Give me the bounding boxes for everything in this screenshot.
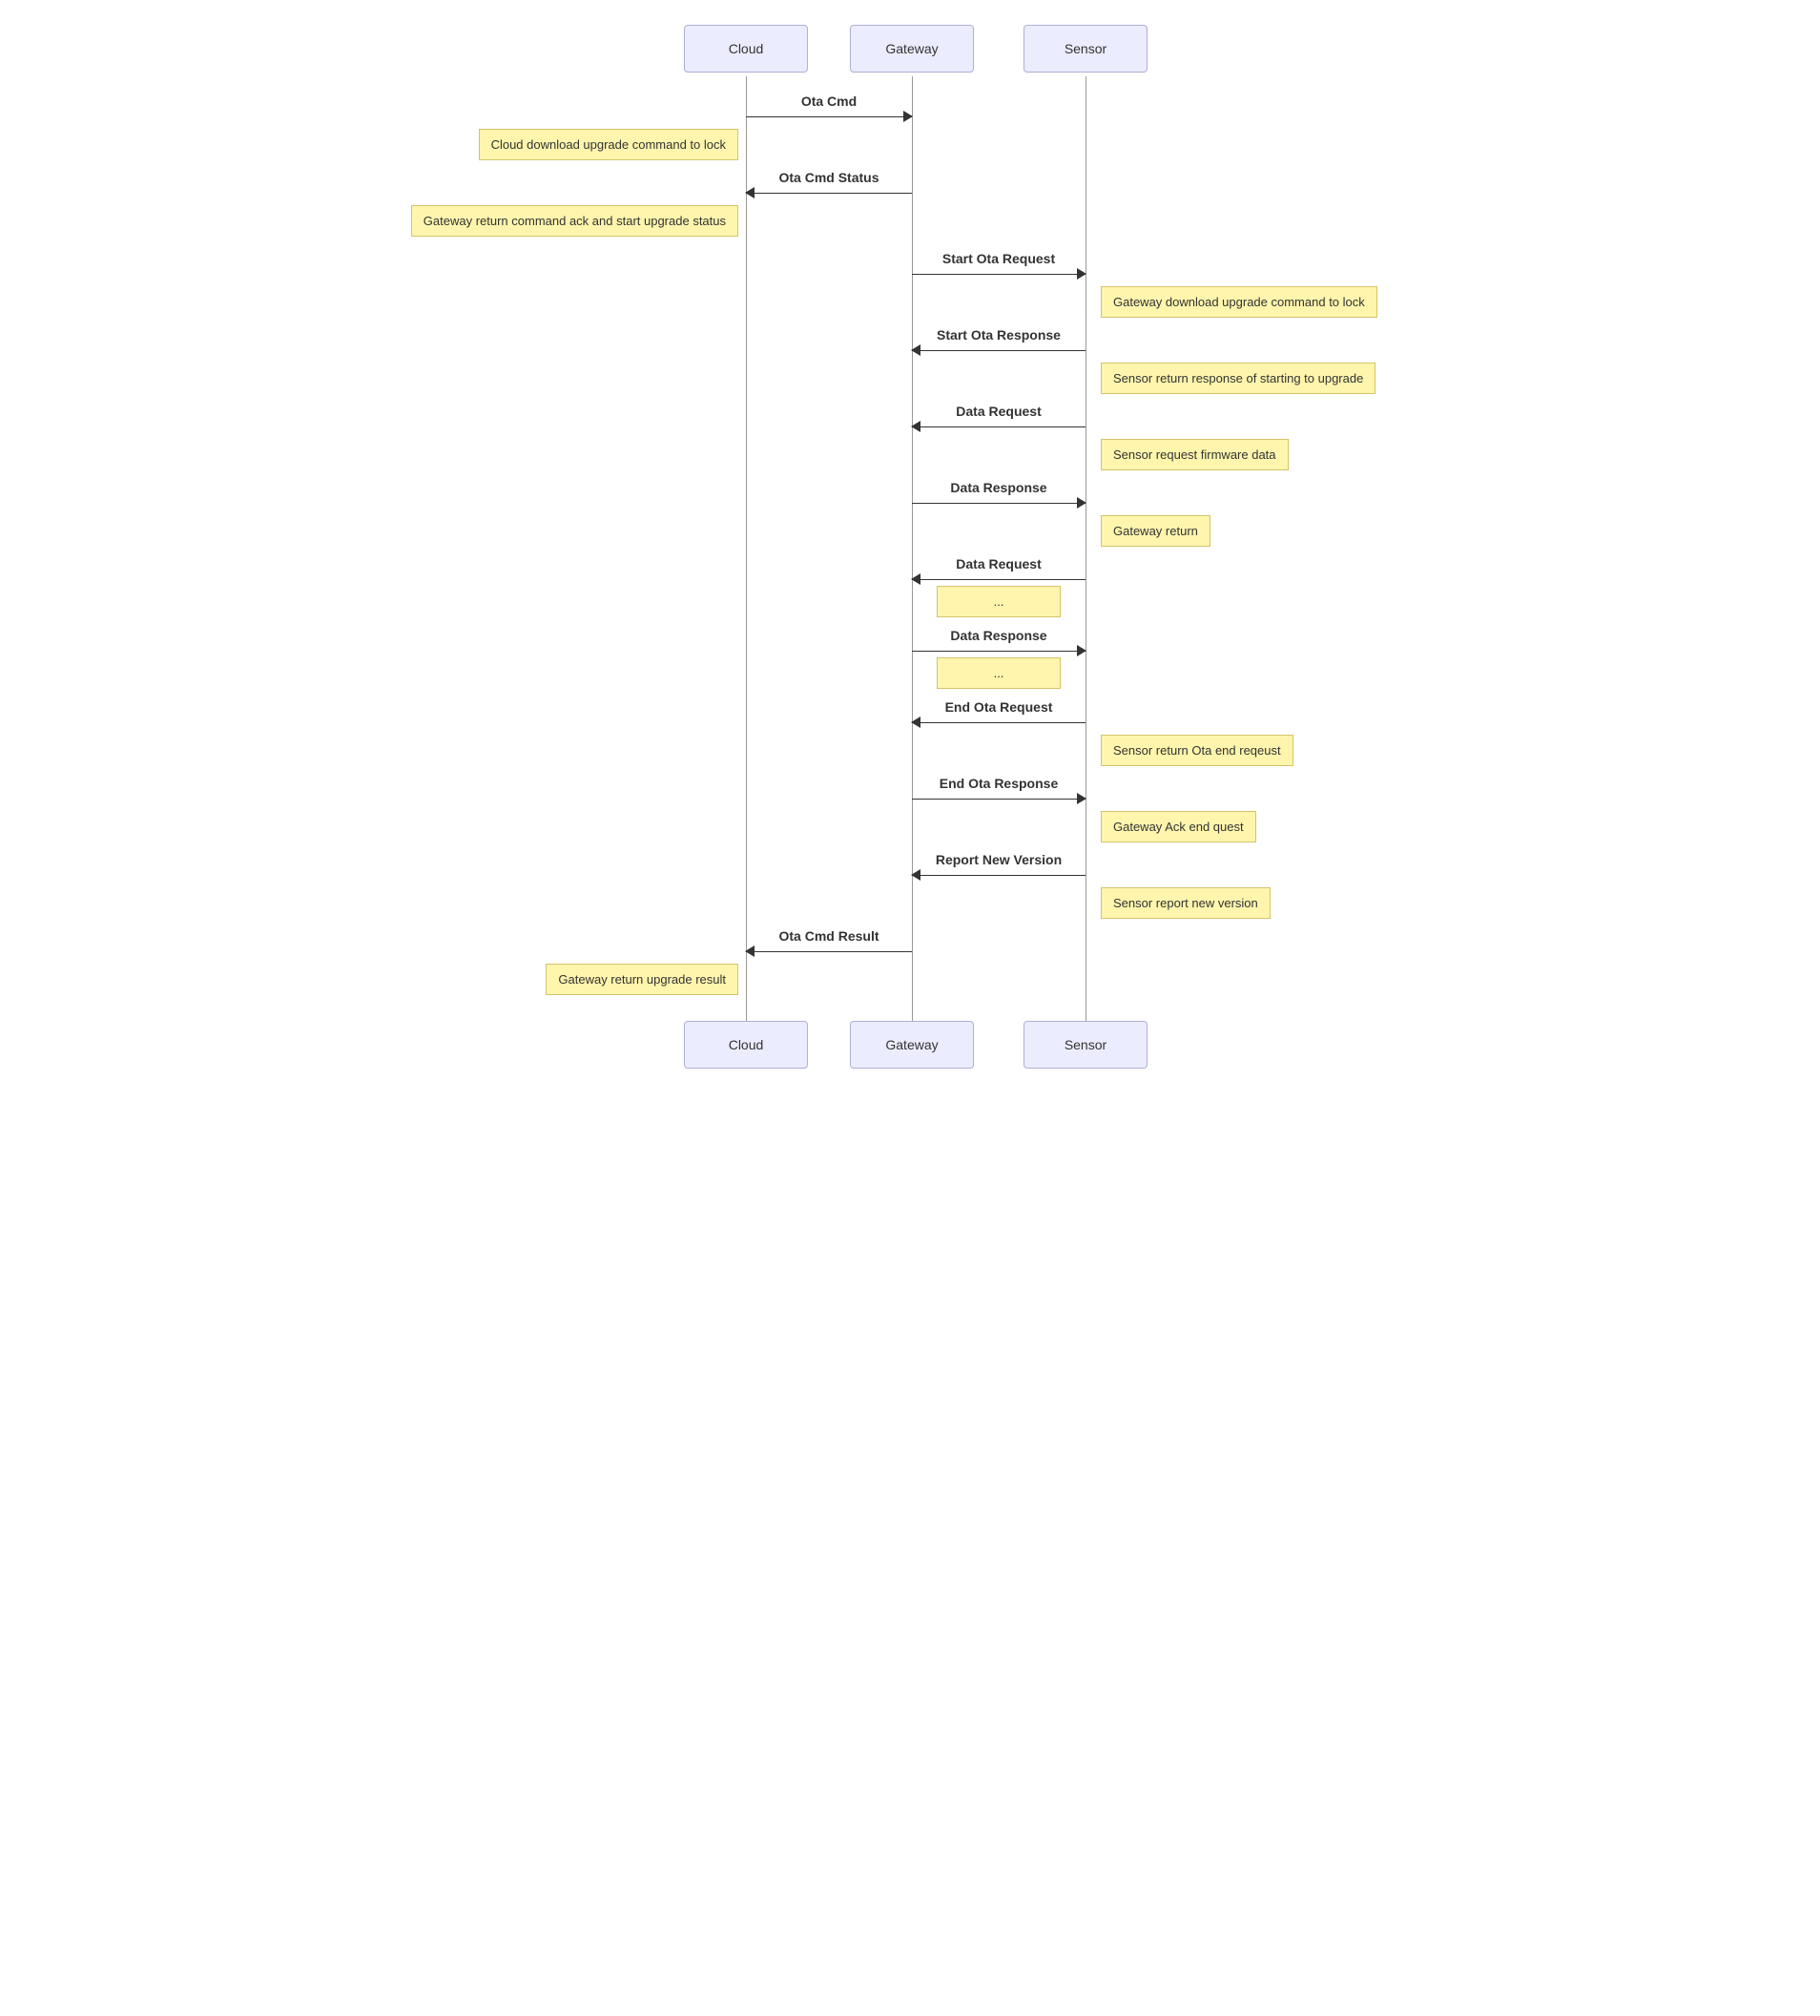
msg-start-ota-response: Start Ota Response bbox=[912, 329, 1086, 358]
note-text: ... bbox=[994, 666, 1004, 680]
arrow-right-icon bbox=[1077, 645, 1086, 656]
actor-label: Cloud bbox=[729, 1037, 764, 1052]
note-right: Sensor request firmware data bbox=[1101, 439, 1289, 470]
arrow-left-icon bbox=[911, 573, 920, 585]
arrow-right-icon bbox=[903, 111, 913, 122]
msg-ota-cmd-result: Ota Cmd Result bbox=[746, 930, 912, 959]
actor-sensor-top: Sensor bbox=[1024, 25, 1148, 73]
msg-label: Ota Cmd Result bbox=[746, 928, 912, 944]
note-text: Gateway download upgrade command to lock bbox=[1113, 295, 1365, 309]
msg-end-ota-request: End Ota Request bbox=[912, 701, 1086, 730]
msg-label: Data Request bbox=[912, 556, 1086, 572]
sequence-diagram: Cloud Gateway Sensor Ota Cmd Cloud downl… bbox=[414, 19, 1406, 1088]
note-right: Sensor return response of starting to up… bbox=[1101, 363, 1375, 394]
actor-sensor-bottom: Sensor bbox=[1024, 1021, 1148, 1069]
arrow-left-icon bbox=[745, 187, 755, 198]
msg-ota-cmd: Ota Cmd bbox=[746, 95, 912, 124]
msg-report-new-version: Report New Version bbox=[912, 854, 1086, 883]
arrow-left-icon bbox=[911, 421, 920, 432]
arrow-left-icon bbox=[911, 717, 920, 728]
msg-data-request-1: Data Request bbox=[912, 405, 1086, 434]
msg-start-ota-request: Start Ota Request bbox=[912, 253, 1086, 281]
note-right: Sensor report new version bbox=[1101, 887, 1271, 919]
actor-cloud-top: Cloud bbox=[684, 25, 808, 73]
note-left: Gateway return command ack and start upg… bbox=[411, 205, 738, 237]
note-text: Gateway return command ack and start upg… bbox=[424, 214, 726, 228]
msg-label: Ota Cmd bbox=[746, 94, 912, 109]
msg-label: Data Response bbox=[912, 628, 1086, 643]
actor-cloud-bottom: Cloud bbox=[684, 1021, 808, 1069]
msg-label: Ota Cmd Status bbox=[746, 170, 912, 185]
msg-label: Data Response bbox=[912, 480, 1086, 495]
msg-label: Start Ota Request bbox=[912, 251, 1086, 266]
msg-data-request-2: Data Request bbox=[912, 558, 1086, 587]
note-text: Gateway return bbox=[1113, 524, 1198, 538]
note-center: ... bbox=[937, 657, 1061, 689]
note-right: Gateway download upgrade command to lock bbox=[1101, 286, 1377, 318]
msg-data-response-2: Data Response bbox=[912, 630, 1086, 658]
actor-label: Gateway bbox=[885, 1037, 938, 1052]
note-right: Sensor return Ota end reqeust bbox=[1101, 735, 1293, 766]
msg-label: End Ota Response bbox=[912, 776, 1086, 791]
note-text: Sensor report new version bbox=[1113, 896, 1258, 910]
arrow-left-icon bbox=[911, 344, 920, 356]
note-text: Gateway Ack end quest bbox=[1113, 820, 1244, 834]
arrow-right-icon bbox=[1077, 793, 1086, 804]
arrow-left-icon bbox=[911, 869, 920, 881]
note-text: Sensor return Ota end reqeust bbox=[1113, 743, 1281, 758]
note-right: Gateway Ack end quest bbox=[1101, 811, 1256, 842]
note-text: Cloud download upgrade command to lock bbox=[491, 137, 726, 152]
actor-label: Sensor bbox=[1065, 41, 1106, 56]
msg-ota-cmd-status: Ota Cmd Status bbox=[746, 172, 912, 200]
actor-gateway-top: Gateway bbox=[850, 25, 974, 73]
actor-label: Gateway bbox=[885, 41, 938, 56]
arrow-right-icon bbox=[1077, 268, 1086, 280]
arrow-right-icon bbox=[1077, 497, 1086, 509]
lifeline-cloud bbox=[746, 76, 747, 1030]
actor-label: Cloud bbox=[729, 41, 764, 56]
note-text: ... bbox=[994, 594, 1004, 609]
actor-gateway-bottom: Gateway bbox=[850, 1021, 974, 1069]
msg-end-ota-response: End Ota Response bbox=[912, 778, 1086, 806]
msg-label: End Ota Request bbox=[912, 699, 1086, 715]
lifeline-gateway bbox=[912, 76, 913, 1030]
msg-data-response-1: Data Response bbox=[912, 482, 1086, 510]
note-text: Gateway return upgrade result bbox=[558, 972, 726, 987]
note-text: Sensor request firmware data bbox=[1113, 447, 1276, 462]
actor-label: Sensor bbox=[1065, 1037, 1106, 1052]
note-right: Gateway return bbox=[1101, 515, 1210, 547]
msg-label: Report New Version bbox=[912, 852, 1086, 867]
note-text: Sensor return response of starting to up… bbox=[1113, 371, 1363, 385]
arrow-left-icon bbox=[745, 946, 755, 957]
msg-label: Data Request bbox=[912, 404, 1086, 419]
note-left: Gateway return upgrade result bbox=[546, 964, 738, 995]
msg-label: Start Ota Response bbox=[912, 327, 1086, 343]
note-center: ... bbox=[937, 586, 1061, 617]
note-left: Cloud download upgrade command to lock bbox=[479, 129, 738, 160]
